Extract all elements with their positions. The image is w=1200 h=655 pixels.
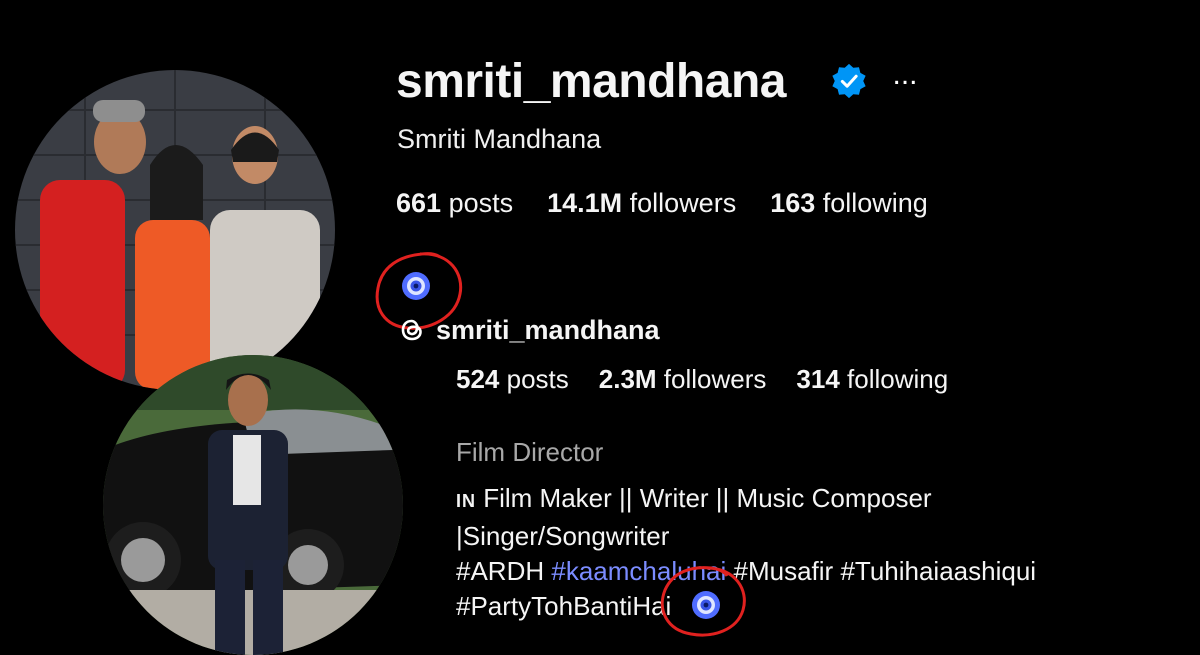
following-count[interactable]: 163 following <box>770 188 928 219</box>
bio-hashtags: #ARDH #kaamchaluhai #Musafir #Tuhihaiaas… <box>456 554 1096 589</box>
profile-category: Film Director <box>456 437 604 467</box>
threads-handle: smriti_mandhana <box>436 314 660 345</box>
threads-followers-count[interactable]: 2.3M followers <box>599 364 767 395</box>
country-code: IN <box>456 491 476 511</box>
eye-icon[interactable] <box>401 271 431 301</box>
verified-badge-icon <box>832 63 866 99</box>
profile-avatar-main[interactable] <box>15 70 335 390</box>
threads-icon <box>401 319 422 341</box>
bio-line-1: Film Maker || Writer || Music Composer <box>476 483 932 513</box>
posts-count[interactable]: 661 posts <box>396 188 513 219</box>
threads-posts-count[interactable]: 524 posts <box>456 364 569 395</box>
hashtag-link[interactable]: #PartyTohBantiHai <box>456 591 671 621</box>
profile-stats: 661 posts 14.1M followers 163 following <box>396 188 928 219</box>
hashtag-link[interactable]: #Musafir <box>734 556 834 586</box>
threads-avatar[interactable] <box>103 355 403 655</box>
bio-line-2: |Singer/Songwriter <box>456 521 670 551</box>
threads-stats: 524 posts 2.3M followers 314 following <box>456 364 948 395</box>
hashtag-link[interactable]: #Tuhihaiaashiqui <box>840 556 1036 586</box>
threads-link[interactable]: smriti_mandhana <box>396 314 660 346</box>
profile-full-name: Smriti Mandhana <box>397 124 602 154</box>
hashtag-link[interactable]: #ARDH <box>456 556 544 586</box>
profile-bio: IN Film Maker || Writer || Music Compose… <box>456 481 1096 624</box>
eye-icon[interactable] <box>691 590 721 620</box>
more-options-icon[interactable]: ... <box>888 58 922 92</box>
threads-following-count[interactable]: 314 following <box>796 364 948 395</box>
followers-count[interactable]: 14.1M followers <box>547 188 736 219</box>
hashtag-link[interactable]: #kaamchaluhai <box>551 556 726 586</box>
profile-username: smriti_mandhana <box>396 55 786 108</box>
